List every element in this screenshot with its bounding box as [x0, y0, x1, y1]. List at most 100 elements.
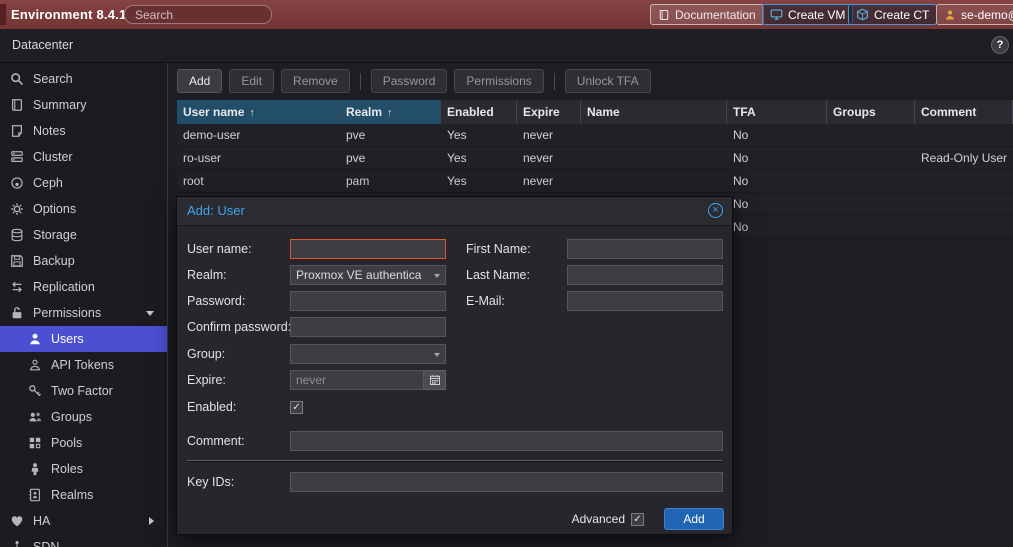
confirm-password-input[interactable]: [290, 317, 446, 337]
table-cell: No: [733, 220, 749, 234]
table-cell: demo-user: [183, 128, 241, 142]
table-cell: ro-user: [183, 151, 222, 165]
sidebar-item-cluster[interactable]: Cluster: [0, 144, 167, 170]
sidebar-item-ha[interactable]: HA: [0, 508, 167, 534]
breadcrumb: Datacenter: [12, 38, 74, 52]
sidebar-item-label: Two Factor: [51, 384, 113, 398]
table-cell: pve: [346, 151, 366, 165]
sidebar-item-label: Ceph: [33, 176, 63, 190]
column-header-username[interactable]: User name ↑: [177, 100, 340, 124]
unlock-tfa-button[interactable]: Unlock TFA: [564, 69, 651, 93]
table-cell: never: [523, 151, 554, 165]
column-header-enabled[interactable]: Enabled: [441, 100, 517, 124]
sidebar-item-label: Replication: [33, 280, 95, 294]
table-cell: never: [523, 128, 554, 142]
column-header-comment[interactable]: Comment: [915, 100, 1013, 124]
sidebar-item-api-tokens[interactable]: API Tokens: [0, 352, 167, 378]
keyids-input[interactable]: [290, 472, 723, 492]
user-outline-icon: [28, 358, 42, 372]
help-button[interactable]: ?: [991, 36, 1009, 54]
ceph-icon: [10, 176, 24, 190]
sidebar-item-users[interactable]: Users: [0, 326, 167, 352]
table-cell: No: [733, 197, 749, 211]
sidebar-item-label: Pools: [51, 436, 83, 450]
breadcrumb-bar: Datacenter ?: [0, 29, 1013, 63]
documentation-button[interactable]: Documentation: [650, 4, 764, 25]
confirm-password-label: Confirm password:: [187, 320, 292, 334]
table-cell: pve: [346, 128, 366, 142]
email-input[interactable]: [567, 291, 723, 311]
dialog-footer: Advanced ✓ Add: [177, 504, 732, 534]
first-name-input[interactable]: [567, 239, 723, 259]
sidebar-item-groups[interactable]: Groups: [0, 404, 167, 430]
create-ct-button[interactable]: Create CT: [848, 4, 938, 25]
expire-label: Expire:: [187, 373, 226, 387]
table-cell: pam: [346, 174, 370, 188]
key-icon: [28, 384, 42, 398]
toolbar-separator: [359, 72, 361, 90]
pools-icon: [28, 436, 42, 450]
comment-input[interactable]: [290, 431, 723, 451]
table-row[interactable]: demo-user pve Yes never No: [177, 124, 1013, 147]
realm-select[interactable]: Proxmox VE authentica: [290, 265, 446, 285]
create-vm-button[interactable]: Create VM: [762, 4, 854, 25]
user-menu-button[interactable]: se-demo@p: [936, 4, 1013, 25]
check-icon: ✓: [292, 401, 301, 413]
global-search-input[interactable]: [124, 5, 272, 24]
username-input[interactable]: [290, 239, 446, 259]
last-name-input[interactable]: [567, 265, 723, 285]
toolbar-separator: [553, 72, 555, 90]
dialog-close-button[interactable]: ×: [708, 203, 723, 218]
column-header-expire[interactable]: Expire: [517, 100, 581, 124]
password-button[interactable]: Password: [370, 69, 448, 93]
chevron-down-icon: [434, 353, 440, 357]
table-row[interactable]: root pam Yes never No: [177, 170, 1013, 193]
sidebar-item-realms[interactable]: Realms: [0, 482, 167, 508]
book-icon: [658, 9, 670, 21]
sidebar-item-options[interactable]: Options: [0, 196, 167, 222]
sidebar-item-backup[interactable]: Backup: [0, 248, 167, 274]
password-input[interactable]: [290, 291, 446, 311]
calendar-icon: [429, 374, 441, 386]
sidebar-item-two-factor[interactable]: Two Factor: [0, 378, 167, 404]
table-cell: [915, 170, 1013, 192]
calendar-button[interactable]: [424, 370, 446, 390]
group-select[interactable]: [290, 344, 446, 364]
expire-input[interactable]: [290, 370, 424, 390]
add-submit-button[interactable]: Add: [664, 508, 724, 530]
sidebar-item-summary[interactable]: Summary: [0, 92, 167, 118]
first-name-label: First Name:: [466, 242, 531, 256]
permissions-button[interactable]: Permissions: [454, 69, 544, 93]
dialog-header[interactable]: Add: User ×: [177, 197, 732, 226]
sidebar-item-ceph[interactable]: Ceph: [0, 170, 167, 196]
table-row[interactable]: ro-user pve Yes never No Read-Only User: [177, 147, 1013, 170]
close-icon: ×: [712, 204, 719, 216]
column-header-groups[interactable]: Groups: [827, 100, 915, 124]
sidebar-item-label: Groups: [51, 410, 92, 424]
sidebar-item-storage[interactable]: Storage: [0, 222, 167, 248]
advanced-checkbox[interactable]: ✓: [631, 512, 644, 526]
sidebar-item-roles[interactable]: Roles: [0, 456, 167, 482]
enabled-checkbox[interactable]: ✓: [290, 400, 303, 414]
sidebar-item-notes[interactable]: Notes: [0, 118, 167, 144]
realm-label: Realm:: [187, 268, 227, 282]
table-cell: [581, 170, 727, 192]
edit-button[interactable]: Edit: [229, 69, 275, 93]
proxmox-app: Environment 8.4.14 Documentation Create …: [0, 0, 1013, 547]
sidebar-item-permissions[interactable]: Permissions: [0, 300, 167, 326]
sidebar-item-search[interactable]: Search: [0, 66, 167, 92]
table-cell: [581, 147, 727, 169]
sidebar-item-sdn[interactable]: SDN: [0, 534, 167, 547]
sidebar-item-replication[interactable]: Replication: [0, 274, 167, 300]
column-header-realm[interactable]: Realm ↑: [340, 100, 441, 124]
remove-button[interactable]: Remove: [281, 69, 350, 93]
column-header-name[interactable]: Name: [581, 100, 727, 124]
table-cell: No: [733, 174, 749, 188]
address-book-icon: [28, 488, 42, 502]
keyids-label: Key IDs:: [187, 475, 235, 489]
table-cell: [915, 124, 1013, 146]
add-button[interactable]: Add: [177, 69, 223, 93]
sidebar-item-pools[interactable]: Pools: [0, 430, 167, 456]
column-header-tfa[interactable]: TFA: [727, 100, 827, 124]
table-cell: root: [183, 174, 204, 188]
